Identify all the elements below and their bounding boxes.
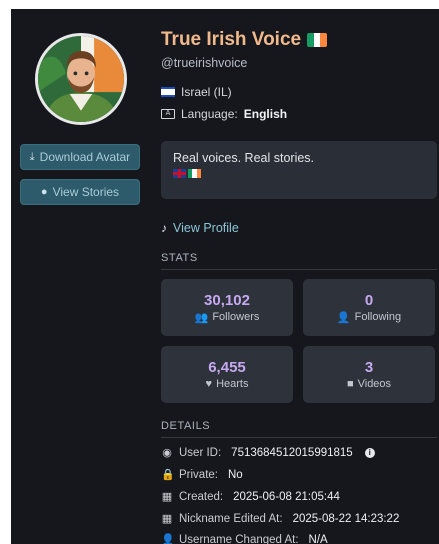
info-icon[interactable]: i bbox=[364, 447, 375, 458]
bio-box: Real voices. Real stories. bbox=[161, 141, 437, 199]
user-id-row: ◉ User ID: 7513684512015991815 i bbox=[161, 446, 375, 459]
country-row: Israel (IL) bbox=[161, 85, 232, 99]
stats-divider bbox=[161, 269, 437, 270]
username-changed-row: 👤 Username Changed At: N/A bbox=[161, 533, 328, 544]
calendar-icon: ▦ bbox=[161, 491, 173, 503]
ireland-flag-icon bbox=[188, 169, 201, 178]
username-handle: @trueirishvoice bbox=[161, 56, 248, 70]
bio-text: Real voices. Real stories. bbox=[173, 151, 315, 165]
users-icon: 👥 bbox=[194, 311, 209, 324]
user-edit-icon: 👤 bbox=[161, 534, 175, 544]
user-plus-icon: 👤 bbox=[336, 311, 351, 324]
tiktok-icon: ♪ bbox=[161, 221, 167, 235]
israel-flag-icon bbox=[161, 87, 175, 97]
stats-heading: STATS bbox=[161, 252, 198, 264]
created-row: ▦ Created: 2025-06-08 21:05:44 bbox=[161, 490, 340, 504]
language-row: A Language: English bbox=[161, 107, 287, 121]
private-row: 🔒 Private: No bbox=[161, 468, 243, 482]
details-heading: DETAILS bbox=[161, 420, 211, 432]
play-circle-icon: ● bbox=[40, 186, 48, 198]
details-divider bbox=[161, 437, 437, 438]
avatar-image bbox=[38, 36, 124, 122]
video-camera-icon: ■ bbox=[346, 378, 354, 390]
view-profile-link[interactable]: ♪ View Profile bbox=[161, 221, 239, 235]
videos-card: 3 ■ Videos bbox=[303, 346, 435, 403]
nickname-edited-row: ▦ Nickname Edited At: 2025-08-22 14:23:2… bbox=[161, 512, 400, 526]
uk-flag-icon bbox=[173, 169, 186, 178]
hearts-card: 6,455 ♥ Hearts bbox=[161, 346, 293, 403]
download-icon: ⤓ bbox=[29, 150, 35, 163]
language-badge-icon: A bbox=[161, 109, 175, 119]
heart-icon: ♥ bbox=[205, 378, 213, 390]
page-title: True Irish Voice bbox=[161, 29, 328, 51]
followers-card: 30,102 👥 Followers bbox=[161, 279, 293, 336]
ireland-flag-icon bbox=[307, 33, 328, 47]
profile-panel: ⤓ Download Avatar ● View Stories True Ir… bbox=[11, 9, 439, 544]
fingerprint-icon: ◉ bbox=[162, 447, 172, 459]
bio-flags bbox=[173, 169, 425, 178]
view-stories-button[interactable]: ● View Stories bbox=[20, 179, 140, 205]
following-card: 0 👤 Following bbox=[303, 279, 435, 336]
avatar bbox=[35, 33, 127, 125]
calendar-edit-icon: ▦ bbox=[161, 513, 173, 525]
download-avatar-button[interactable]: ⤓ Download Avatar bbox=[20, 144, 140, 170]
lock-icon: 🔒 bbox=[161, 469, 175, 481]
